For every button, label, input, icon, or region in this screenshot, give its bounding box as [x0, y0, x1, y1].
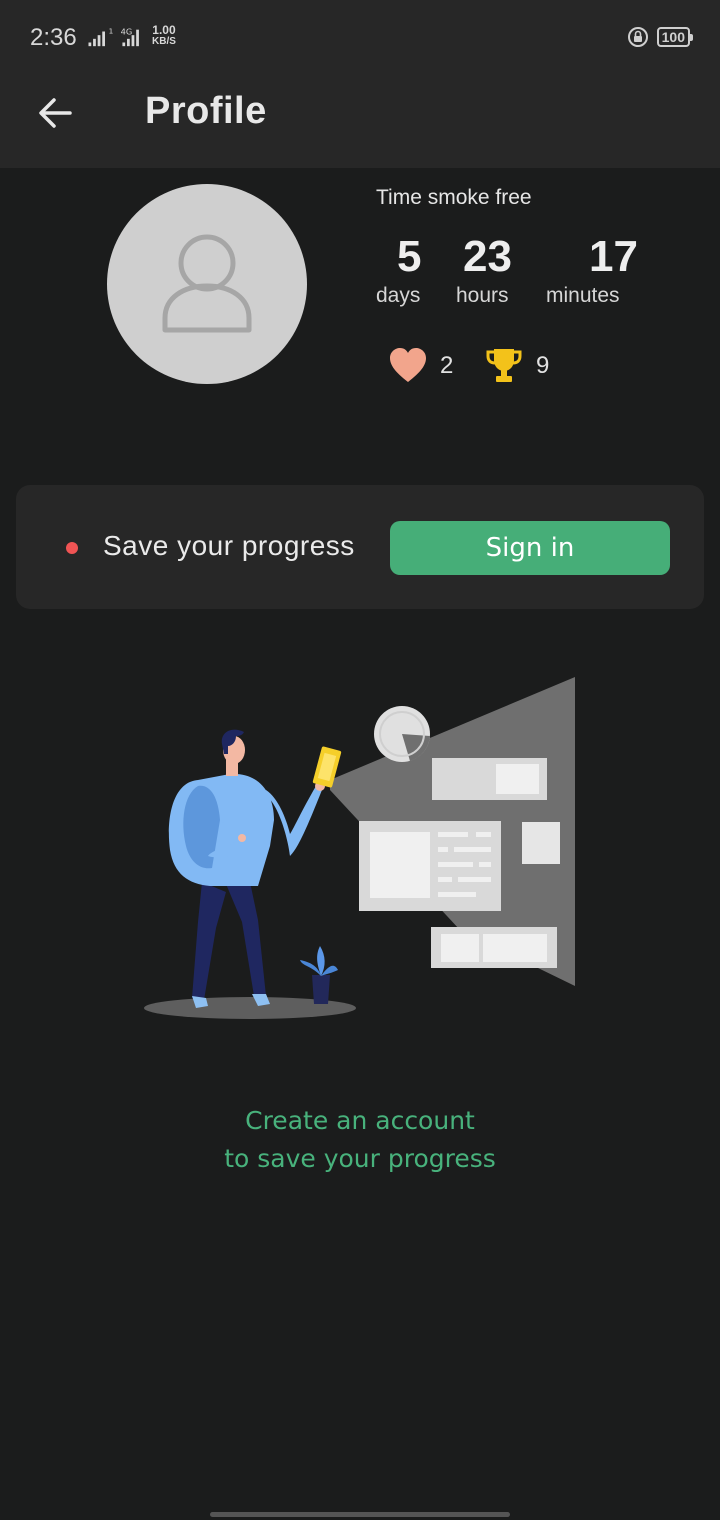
signal-icon: 1 4G — [88, 26, 139, 47]
rotation-lock-icon — [627, 27, 648, 47]
minutes-value: 17 — [589, 232, 638, 281]
hours-label: hours — [456, 284, 509, 307]
network-speed-unit: KB/S — [152, 36, 176, 47]
cta-line-2: to save your progress — [224, 1144, 496, 1173]
flashlight-illustration — [144, 677, 575, 1019]
app-bar — [0, 78, 720, 168]
days-label: days — [376, 284, 421, 307]
home-indicator[interactable] — [210, 1512, 510, 1517]
network-speed-value: 1.00 — [152, 23, 176, 37]
sign-in-button[interactable]: Sign in — [390, 521, 670, 575]
status-icons: 100 — [627, 26, 694, 48]
arrow-left-icon[interactable] — [36, 94, 76, 134]
svg-text:1: 1 — [109, 26, 114, 35]
alert-dot — [66, 542, 78, 554]
network-type-label: 4G — [121, 26, 133, 36]
battery-indicator: 100 — [656, 27, 694, 47]
time-smoke-free-label: Time smoke free — [376, 186, 532, 209]
user-icon — [162, 234, 252, 333]
save-progress-text: Save your progress — [103, 530, 355, 561]
page-title: Profile — [145, 90, 267, 132]
trophy-count: 9 — [536, 352, 550, 379]
avatar[interactable] — [107, 184, 307, 384]
hours-value: 23 — [463, 232, 512, 281]
trophy-icon — [486, 349, 522, 382]
status-time: 2:36 — [30, 24, 77, 51]
create-account-message: Create an account to save your progress — [0, 1102, 720, 1178]
heart-icon — [390, 348, 426, 382]
minutes-label: minutes — [546, 284, 620, 307]
cta-line-1: Create an account — [245, 1106, 475, 1135]
heart-count: 2 — [440, 352, 454, 379]
network-speed: 1.00 KB/S — [152, 24, 176, 48]
days-value: 5 — [397, 232, 422, 281]
